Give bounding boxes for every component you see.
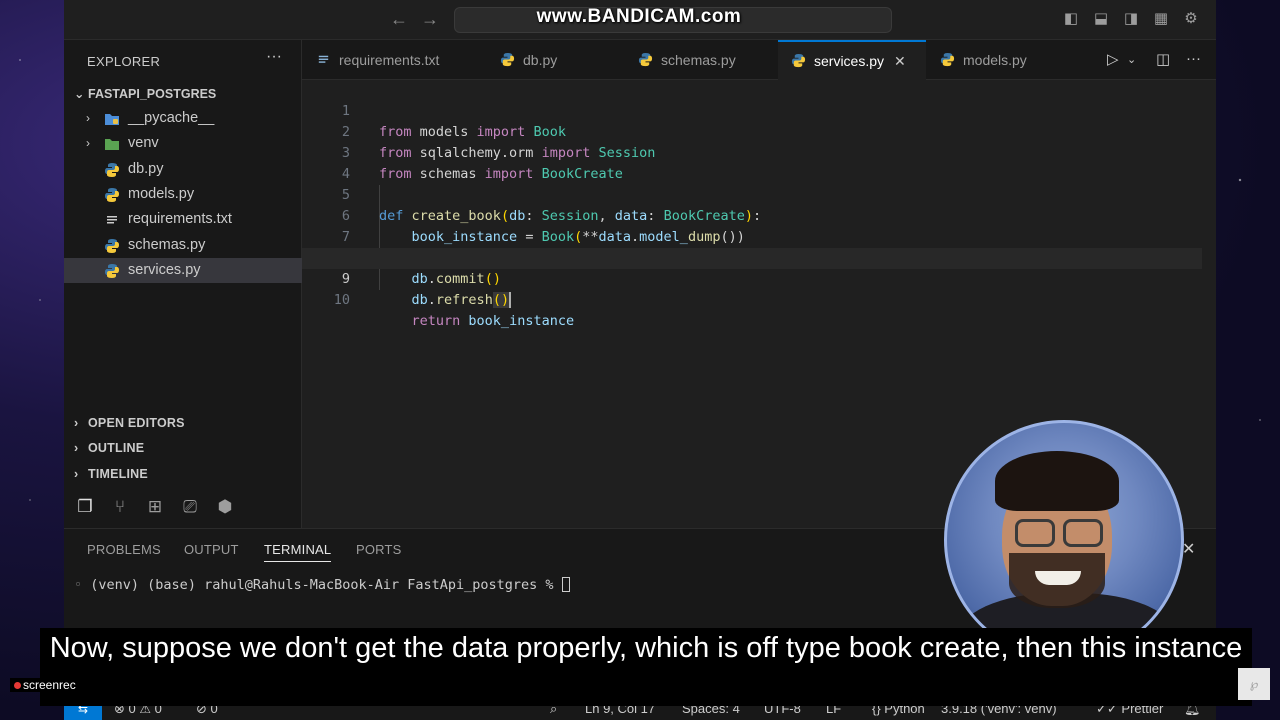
tree-item-services-py[interactable]: services.py: [64, 258, 302, 283]
chevron-right-icon: ›: [74, 441, 79, 455]
code-line: 3 from schemas import BookCreate: [341, 145, 623, 182]
code-line: 10 return book_instance: [333, 292, 575, 329]
back-arrow-icon[interactable]: ←: [390, 9, 408, 30]
python-icon[interactable]: ⬢: [214, 496, 236, 518]
timeline-section[interactable]: › TIMELINE: [74, 467, 148, 481]
settings-gear-icon[interactable]: ⚙: [1182, 10, 1200, 28]
tab-schemas-py[interactable]: schemas.py: [638, 40, 736, 80]
tree-item-requirements-txt[interactable]: requirements.txt: [64, 207, 302, 232]
record-dot-icon: [14, 682, 21, 689]
python-file-icon: [940, 52, 955, 67]
python-file-icon: [500, 52, 515, 67]
tree-item-db-py[interactable]: db.py: [64, 157, 302, 182]
text-file-icon: [107, 216, 117, 224]
chevron-right-icon: ›: [74, 416, 79, 430]
chevron-right-icon: ›: [74, 467, 79, 481]
open-editors-section[interactable]: › OPEN EDITORS: [74, 416, 185, 430]
source-control-icon[interactable]: ⑂: [109, 496, 131, 518]
folder-icon: [105, 114, 119, 125]
explorer-sidebar: EXPLORER ··· ⌄ FASTAPI_POSTGRES › __pycac…: [64, 40, 302, 528]
workspace-folder[interactable]: ⌄ FASTAPI_POSTGRES: [74, 86, 216, 101]
run-file-icon[interactable]: ▷: [1107, 50, 1119, 68]
folder-name: FASTAPI_POSTGRES: [88, 87, 217, 101]
video-subtitle: Now, suppose we don't get the data prope…: [40, 628, 1252, 706]
remote-explorer-icon[interactable]: ⎚: [179, 496, 201, 518]
code-line: 4: [341, 166, 350, 182]
tree-item-label: models.py: [128, 186, 195, 202]
outline-section[interactable]: › OUTLINE: [74, 441, 144, 455]
extensions-icon[interactable]: ⊞: [144, 496, 166, 518]
tree-item-label: venv: [128, 135, 159, 151]
code-line: 2 from sqlalchemy.orm import Session: [341, 124, 656, 161]
presenter-smile: [1035, 571, 1081, 585]
tree-item-label: services.py: [128, 262, 201, 278]
text-file-icon: [318, 55, 329, 63]
presenter-hair: [995, 451, 1119, 511]
close-tab-icon[interactable]: ✕: [894, 53, 906, 69]
tab-terminal[interactable]: TERMINAL: [264, 542, 332, 562]
tree-item-schemas-py[interactable]: schemas.py: [64, 233, 302, 258]
explorer-header: EXPLORER: [87, 54, 161, 69]
terminal-line[interactable]: ◦ (venv) (base) rahul@Rahuls-MacBook-Air…: [74, 577, 570, 593]
code-line: 1 from models import Book: [341, 103, 566, 140]
glasses-left: [1015, 519, 1055, 547]
split-editor-icon[interactable]: ◫: [1156, 50, 1170, 68]
channel-logo-icon: ℘: [1238, 668, 1270, 700]
current-code-line: 9 db.refresh(): [302, 248, 1202, 308]
explorer-files-icon[interactable]: ❐: [74, 496, 96, 518]
python-file-icon: [105, 264, 119, 278]
editor-tabs: requirements.txt db.py schemas.py servic…: [302, 40, 1216, 80]
code-line: 7 db.add(book_instance): [341, 229, 582, 266]
tree-item-label: __pycache__: [128, 110, 215, 126]
more-actions-icon[interactable]: ···: [266, 48, 282, 66]
tab-db-py[interactable]: db.py: [500, 40, 557, 80]
tab-ports[interactable]: PORTS: [356, 542, 402, 557]
terminal-cursor: [561, 577, 570, 592]
forward-arrow-icon[interactable]: →: [421, 9, 439, 30]
code-line: 6 book_instance = Book(**data.model_dump…: [341, 208, 745, 245]
toggle-sidebar-icon[interactable]: ◧: [1062, 10, 1080, 28]
tab-problems[interactable]: PROBLEMS: [87, 542, 161, 557]
tree-item-label: schemas.py: [128, 237, 206, 253]
title-bar: ← → www.BANDICAM.com ◧ ⬓ ◨ ▦ ⚙: [64, 0, 1216, 40]
glasses-right: [1063, 519, 1103, 547]
chevron-right-icon: ›: [86, 111, 90, 125]
toggle-secondary-sidebar-icon[interactable]: ◨: [1122, 10, 1140, 28]
editor-more-actions-icon[interactable]: ···: [1186, 50, 1201, 67]
code-line: 5 def create_book(db: Session, data: Boo…: [341, 187, 762, 224]
python-file-icon: [105, 163, 119, 177]
tree-item-models-py[interactable]: models.py: [64, 182, 302, 207]
tab-requirements-txt[interactable]: requirements.txt: [316, 40, 439, 80]
terminal-prompt: (venv) (base) rahul@Rahuls-MacBook-Air F…: [90, 577, 562, 593]
close-panel-icon[interactable]: ✕: [1182, 539, 1195, 559]
tree-item-venv[interactable]: › venv: [64, 131, 302, 156]
python-file-icon: [791, 53, 806, 68]
python-file-icon: [638, 52, 653, 67]
tab-services-py[interactable]: services.py ✕: [778, 40, 926, 80]
chevron-down-icon: ⌄: [74, 87, 85, 101]
run-dropdown-icon[interactable]: ⌄: [1127, 53, 1136, 66]
toggle-panel-icon[interactable]: ⬓: [1092, 10, 1110, 28]
tree-item-label: db.py: [128, 161, 164, 177]
tree-item-label: requirements.txt: [128, 211, 232, 227]
tab-output[interactable]: OUTPUT: [184, 542, 239, 557]
python-file-icon: [105, 188, 119, 202]
python-file-icon: [105, 239, 119, 253]
screenrec-badge: screenrec: [10, 678, 80, 692]
terminal-bullet-icon: ◦: [74, 577, 83, 593]
tab-models-py[interactable]: models.py: [940, 40, 1027, 80]
chevron-right-icon: ›: [86, 136, 90, 150]
tree-item-pycache[interactable]: › __pycache__: [64, 106, 302, 131]
code-line: 8 db.commit(): [342, 250, 501, 287]
customize-layout-icon[interactable]: ▦: [1152, 10, 1170, 28]
folder-icon: [105, 139, 119, 150]
webcam-overlay: [944, 420, 1184, 660]
bandicam-watermark: www.BANDICAM.com: [536, 6, 742, 27]
